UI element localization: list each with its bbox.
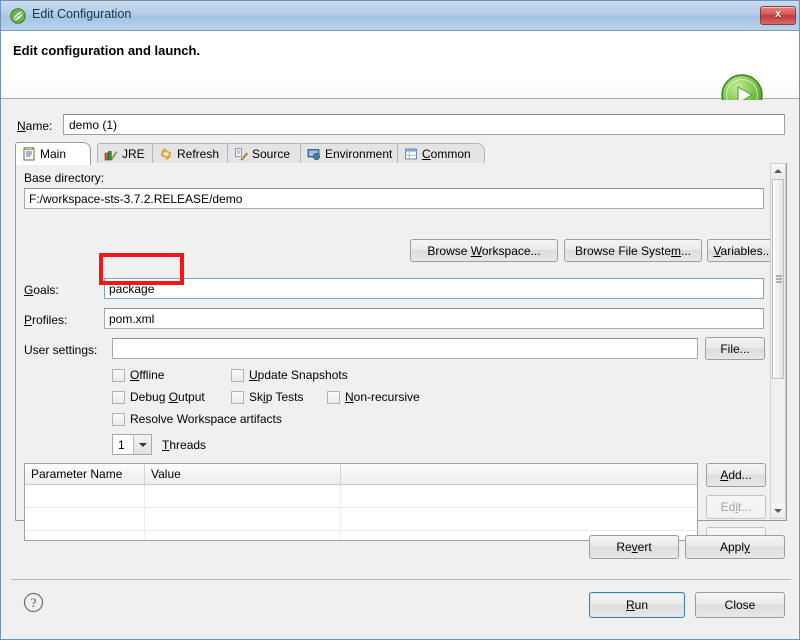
user-settings-input[interactable] xyxy=(112,338,698,359)
update-snapshots-checkbox-label: Update Snapshots xyxy=(249,368,348,382)
skip-tests-checkbox-label: Skip Tests xyxy=(249,390,304,404)
goals-label: Goals: xyxy=(24,283,59,297)
dialog-header: Edit configuration and launch. xyxy=(1,31,799,116)
debug-output-checkbox-label: Debug Output xyxy=(130,390,205,404)
update-snapshots-checkbox[interactable]: Update Snapshots xyxy=(231,368,348,382)
tab-jre[interactable]: JRE xyxy=(97,143,159,164)
add-parameter-button[interactable]: Add... xyxy=(706,463,766,487)
threads-label: Threads xyxy=(162,438,207,452)
main-document-icon xyxy=(22,147,36,161)
variables-button[interactable]: Variables... xyxy=(707,239,779,262)
edit-configuration-dialog: Edit Configuration x Edit configuration … xyxy=(0,0,800,640)
tab-content-scrollbar[interactable] xyxy=(770,163,786,519)
window-title: Edit Configuration xyxy=(32,7,132,21)
non-recursive-checkbox[interactable]: Non-recursive xyxy=(327,390,420,404)
checkbox-box-icon xyxy=(231,368,244,382)
chevron-down-icon[interactable] xyxy=(133,435,151,454)
tab-refresh[interactable]: Refresh xyxy=(152,143,234,164)
tab-source[interactable]: Source xyxy=(227,143,307,164)
threads-value: 1 xyxy=(118,437,125,452)
launch-config-tabfolder: Main JRE Refresh Source Environment Comm… xyxy=(15,142,787,551)
profiles-input[interactable]: pom.xml xyxy=(104,308,764,329)
close-icon: x xyxy=(774,8,782,20)
scroll-up-arrow-icon[interactable] xyxy=(771,164,785,178)
tab-strip: Main JRE Refresh Source Environment Comm… xyxy=(15,142,787,165)
user-settings-label: User settings: xyxy=(24,343,98,357)
browse-file-system-button[interactable]: Browse File System... xyxy=(564,239,702,262)
resolve-workspace-artifacts-checkbox[interactable]: Resolve Workspace artifacts xyxy=(112,412,282,426)
footer-separator xyxy=(11,579,791,580)
table-header-row: Parameter Name Value xyxy=(25,464,697,485)
svg-text:?: ? xyxy=(31,595,37,610)
user-settings-file-button[interactable]: File... xyxy=(705,337,765,360)
edit-parameter-button: Edit... xyxy=(706,495,766,519)
spring-leaf-icon xyxy=(10,8,26,24)
jre-books-icon xyxy=(104,147,118,161)
browse-workspace-button[interactable]: Browse Workspace... xyxy=(410,239,558,262)
threads-combo[interactable]: 1 xyxy=(112,434,152,455)
close-window-button[interactable]: x xyxy=(760,6,796,25)
table-row[interactable] xyxy=(25,508,697,531)
tab-common-label: Common xyxy=(422,147,471,161)
checkbox-box-icon xyxy=(112,368,125,382)
skip-tests-checkbox[interactable]: Skip Tests xyxy=(231,390,304,404)
table-row[interactable] xyxy=(25,485,697,508)
base-directory-label: Base directory: xyxy=(24,171,105,185)
parameters-table[interactable]: Parameter Name Value xyxy=(24,463,698,541)
run-button[interactable]: Run xyxy=(589,592,685,618)
checkbox-box-icon xyxy=(112,412,125,426)
tab-main[interactable]: Main xyxy=(15,142,91,165)
refresh-arrows-icon xyxy=(159,147,173,161)
column-parameter-name[interactable]: Parameter Name xyxy=(25,464,145,484)
tab-environment[interactable]: Environment xyxy=(300,143,404,164)
question-mark-help-icon[interactable]: ? xyxy=(23,592,44,613)
source-pencil-icon xyxy=(234,147,248,161)
common-table-icon xyxy=(404,147,418,161)
tab-environment-label: Environment xyxy=(325,147,393,161)
configuration-name-input[interactable]: demo (1) xyxy=(63,114,785,135)
name-label: Name: xyxy=(17,119,53,133)
resolve-workspace-artifacts-checkbox-label: Resolve Workspace artifacts xyxy=(130,412,282,426)
debug-output-checkbox[interactable]: Debug Output xyxy=(112,390,205,404)
main-tab-content: Base directory: F:/workspace-sts-3.7.2.R… xyxy=(15,163,787,551)
base-directory-input[interactable]: F:/workspace-sts-3.7.2.RELEASE/demo xyxy=(24,188,764,209)
offline-checkbox-label: Offline xyxy=(130,368,165,382)
offline-checkbox[interactable]: Offline xyxy=(112,368,164,382)
column-extra[interactable] xyxy=(341,464,697,484)
column-value[interactable]: Value xyxy=(145,464,341,484)
profiles-label: Profiles: xyxy=(24,313,68,327)
close-button[interactable]: Close xyxy=(695,592,785,618)
checkbox-box-icon xyxy=(327,390,340,404)
tab-refresh-label: Refresh xyxy=(177,147,220,161)
scroll-down-arrow-icon[interactable] xyxy=(771,504,785,518)
scrollbar-thumb[interactable] xyxy=(772,179,784,379)
tab-jre-label: JRE xyxy=(122,147,145,161)
revert-button[interactable]: Revert xyxy=(589,535,679,559)
goals-input[interactable]: package xyxy=(104,278,764,299)
tab-source-label: Source xyxy=(252,147,291,161)
non-recursive-checkbox-label: Non-recursive xyxy=(345,390,420,404)
page-title: Edit configuration and launch. xyxy=(13,43,201,58)
tab-main-label: Main xyxy=(40,147,67,161)
checkbox-box-icon xyxy=(112,390,125,404)
tab-common[interactable]: Common xyxy=(397,143,485,164)
apply-button[interactable]: Apply xyxy=(685,535,785,559)
title-bar: Edit Configuration x xyxy=(1,1,799,31)
environment-monitor-icon xyxy=(307,147,321,161)
checkbox-box-icon xyxy=(231,390,244,404)
